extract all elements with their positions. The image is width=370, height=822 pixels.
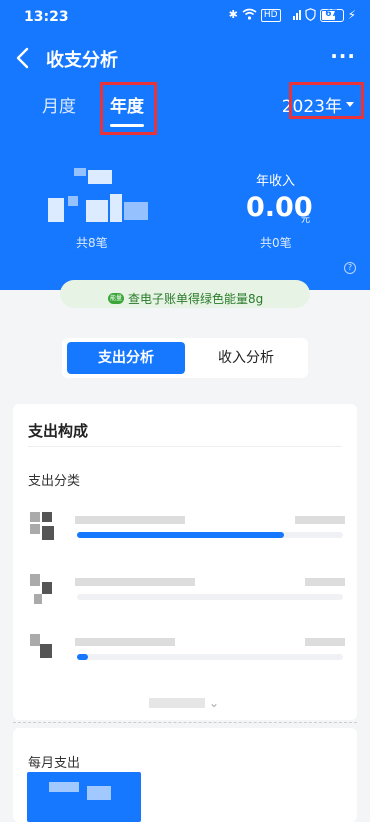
status-bar: 13:23 ✱ HD 67 ⚡ xyxy=(0,0,370,34)
list-item[interactable] xyxy=(13,568,357,624)
income-count: 共0笔 xyxy=(260,236,292,250)
category-icon xyxy=(30,574,56,604)
monthly-chart-censored xyxy=(27,772,141,822)
energy-banner-text: 查电子账单得绿色能量8g xyxy=(128,292,264,306)
bluetooth-icon: ✱ xyxy=(228,8,238,21)
category-name-censored xyxy=(75,578,195,586)
highlight-box-year xyxy=(289,82,364,119)
category-amount-censored xyxy=(305,638,345,646)
wifi-icon xyxy=(242,8,257,22)
category-progress-track xyxy=(77,654,343,660)
category-title: 支出分类 xyxy=(28,474,81,489)
page-title: 收支分析 xyxy=(46,50,118,71)
expense-composition-card: 支出构成 支出分类 ⌄ xyxy=(13,404,357,720)
income-unit: 元 xyxy=(301,215,311,225)
section-divider xyxy=(13,722,357,723)
list-item[interactable] xyxy=(13,628,357,684)
segment-expense[interactable]: 支出分析 xyxy=(67,342,185,374)
expand-label-censored xyxy=(149,698,205,708)
category-progress-track xyxy=(77,594,343,600)
divider xyxy=(28,446,342,447)
category-amount-censored xyxy=(305,578,345,586)
expense-count: 共8笔 xyxy=(76,236,108,250)
monthly-expense-card: 每月支出 xyxy=(13,728,357,822)
hd-icon: HD xyxy=(260,8,281,22)
tab-month[interactable]: 月度 xyxy=(42,92,76,117)
chevron-down-icon: ⌄ xyxy=(209,696,220,710)
category-progress-track xyxy=(77,532,343,538)
header-panel: 13:23 ✱ HD 67 ⚡ 收支分析 ··· 月度 年度 2023年 共8笔… xyxy=(0,0,370,290)
segment-income[interactable]: 收入分析 xyxy=(187,342,305,374)
category-icon xyxy=(30,512,56,542)
more-options-icon[interactable]: ··· xyxy=(330,44,356,68)
highlight-box-tab xyxy=(100,82,157,135)
battery-icon: 67 xyxy=(319,8,344,22)
nav-bar: 收支分析 ··· xyxy=(0,38,370,78)
list-item[interactable] xyxy=(13,506,357,562)
signal-icon xyxy=(285,8,301,22)
category-icon xyxy=(30,634,56,664)
category-progress-bar xyxy=(77,654,88,660)
category-name-censored xyxy=(75,516,185,524)
charging-icon: ⚡ xyxy=(347,8,356,22)
status-icons: ✱ HD 67 ⚡ xyxy=(229,8,356,22)
shield-icon xyxy=(304,8,316,22)
income-label: 年收入 xyxy=(256,174,296,189)
analysis-segment-control: 支出分析 收入分析 xyxy=(62,338,308,378)
help-icon[interactable]: ? xyxy=(344,262,356,274)
back-arrow-icon[interactable] xyxy=(14,46,34,70)
composition-title: 支出构成 xyxy=(28,422,89,440)
category-name-censored xyxy=(75,638,175,646)
status-time: 13:23 xyxy=(24,9,69,25)
energy-badge-icon: 能量 xyxy=(108,293,124,304)
category-progress-bar xyxy=(77,532,285,538)
expand-all-button[interactable]: ⌄ xyxy=(149,696,219,710)
monthly-title: 每月支出 xyxy=(28,756,81,771)
energy-banner[interactable]: 能量 查电子账单得绿色能量8g xyxy=(108,290,263,307)
category-amount-censored xyxy=(295,516,345,524)
battery-level: 67 xyxy=(325,8,338,19)
